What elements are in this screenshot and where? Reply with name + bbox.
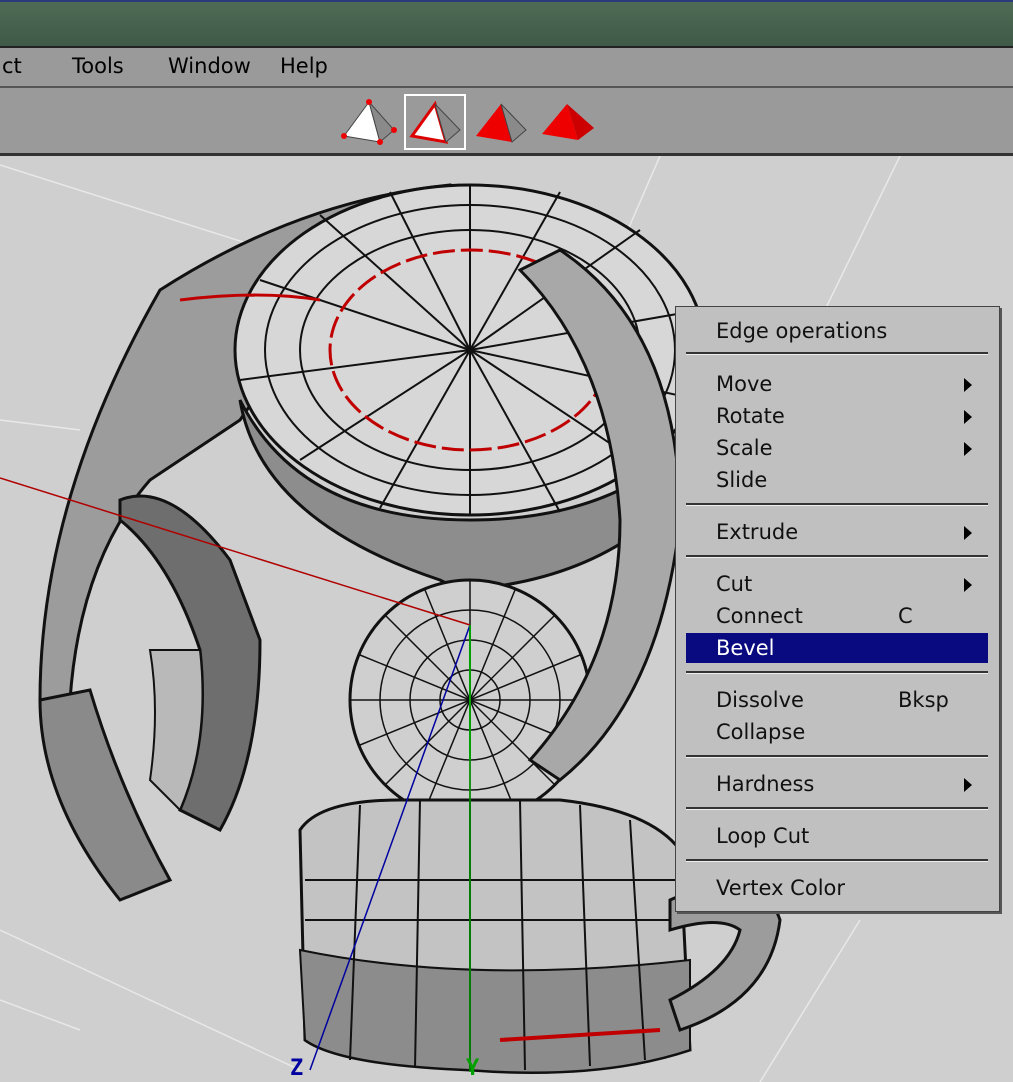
menu-item-connect[interactable]: Connect C bbox=[686, 601, 988, 631]
menu-separator bbox=[686, 503, 988, 506]
menu-item-slide[interactable]: Slide bbox=[686, 465, 988, 495]
menu-separator bbox=[686, 352, 988, 355]
menu-item-collapse[interactable]: Collapse bbox=[686, 717, 988, 747]
menu-item-label: Slide bbox=[716, 468, 768, 492]
menu-item-hardness[interactable]: Hardness bbox=[686, 769, 988, 799]
face-select-icon bbox=[476, 103, 527, 143]
body-select-button[interactable] bbox=[536, 94, 598, 150]
vertex-select-button[interactable] bbox=[338, 94, 400, 150]
menu-item-dissolve[interactable]: Dissolve Bksp bbox=[686, 685, 988, 715]
submenu-arrow-icon bbox=[964, 526, 972, 540]
body-select-icon bbox=[542, 104, 594, 140]
face-select-button[interactable] bbox=[470, 94, 532, 150]
submenu-arrow-icon bbox=[964, 378, 972, 392]
menu-window[interactable]: Window bbox=[168, 54, 251, 78]
z-axis-label: Z bbox=[290, 1056, 304, 1081]
menu-separator bbox=[686, 755, 988, 758]
menu-item-scale[interactable]: Scale bbox=[686, 433, 988, 463]
menu-item-shortcut: C bbox=[898, 604, 913, 628]
submenu-arrow-icon bbox=[964, 442, 972, 456]
menu-item-label: Hardness bbox=[716, 772, 815, 796]
menu-item-label: Vertex Color bbox=[716, 876, 846, 900]
menu-item-label: Rotate bbox=[716, 404, 785, 428]
menu-item-label: Loop Cut bbox=[716, 824, 810, 848]
menu-bar: ct Tools Window Help bbox=[0, 46, 1013, 88]
window-titlebar bbox=[0, 0, 1013, 46]
menu-item-cut[interactable]: Cut bbox=[686, 569, 988, 599]
submenu-arrow-icon bbox=[964, 410, 972, 424]
menu-item-label: Connect bbox=[716, 604, 803, 628]
menu-select[interactable]: ct bbox=[2, 54, 22, 78]
context-menu: Edge operations Move Rotate Scale Slide … bbox=[675, 306, 1000, 912]
menu-item-bevel[interactable]: Bevel bbox=[686, 633, 988, 663]
menu-item-shortcut: Bksp bbox=[898, 688, 949, 712]
menu-item-vertex-color[interactable]: Vertex Color bbox=[686, 873, 988, 903]
menu-separator bbox=[686, 807, 988, 810]
menu-item-rotate[interactable]: Rotate bbox=[686, 401, 988, 431]
menu-item-loop-cut[interactable]: Loop Cut bbox=[686, 821, 988, 851]
menu-item-label: Collapse bbox=[716, 720, 806, 744]
menu-item-label: Dissolve bbox=[716, 688, 804, 712]
menu-item-label: Bevel bbox=[716, 636, 775, 660]
menu-separator bbox=[686, 555, 988, 558]
context-menu-title: Edge operations bbox=[716, 319, 888, 343]
menu-item-label: Move bbox=[716, 372, 773, 396]
vertex-select-icon bbox=[341, 99, 397, 145]
submenu-arrow-icon bbox=[964, 778, 972, 792]
menu-item-extrude[interactable]: Extrude bbox=[686, 517, 988, 547]
menu-item-label: Scale bbox=[716, 436, 773, 460]
edge-select-button[interactable] bbox=[404, 94, 466, 150]
menu-item-label: Extrude bbox=[716, 520, 799, 544]
selection-toolbar bbox=[0, 88, 1013, 156]
menu-item-move[interactable]: Move bbox=[686, 369, 988, 399]
edge-select-icon bbox=[409, 100, 461, 144]
menu-help[interactable]: Help bbox=[280, 54, 328, 78]
menu-separator bbox=[686, 671, 988, 674]
y-axis-label: Y bbox=[466, 1056, 480, 1081]
submenu-arrow-icon bbox=[964, 578, 972, 592]
menu-item-label: Cut bbox=[716, 572, 753, 596]
menu-separator bbox=[686, 859, 988, 862]
menu-tools[interactable]: Tools bbox=[72, 54, 124, 78]
